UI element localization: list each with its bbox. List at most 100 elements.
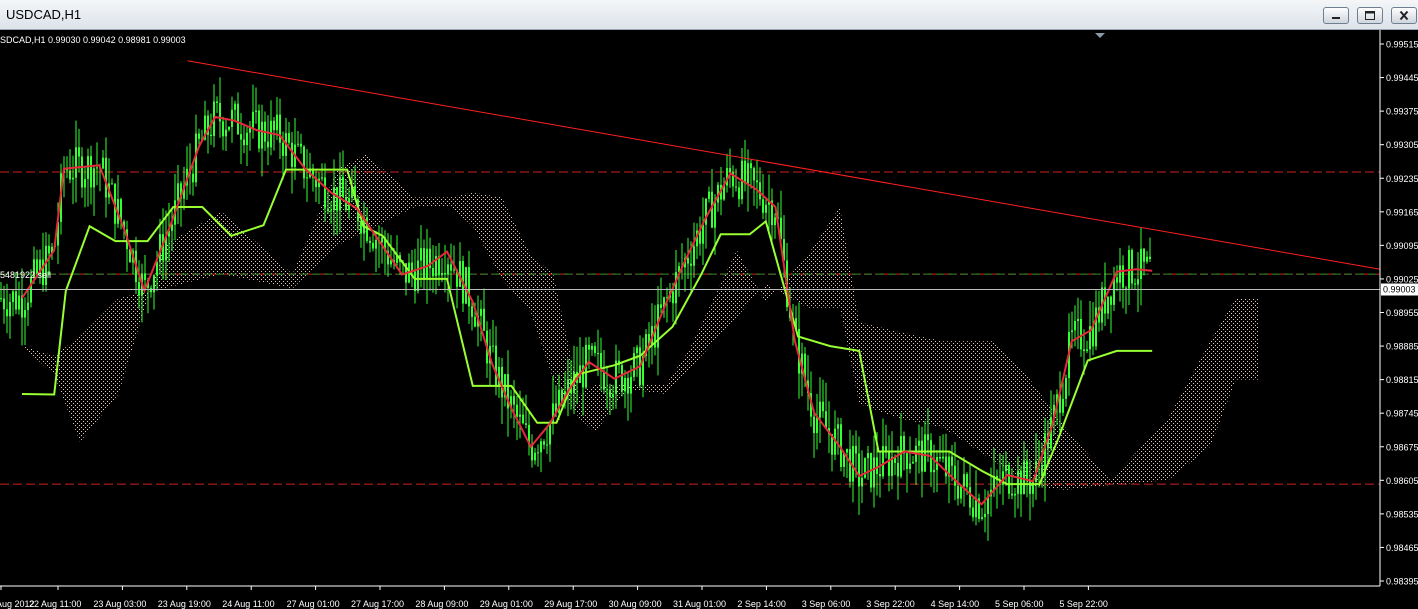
candle-body xyxy=(534,452,536,461)
candle-body xyxy=(222,121,224,137)
candle-body xyxy=(210,134,212,137)
candle-body xyxy=(1107,296,1109,314)
minimize-icon xyxy=(1332,17,1340,19)
candle-body xyxy=(591,345,593,350)
candle-body xyxy=(1062,398,1064,413)
candle-body xyxy=(330,210,332,212)
minimize-button[interactable] xyxy=(1323,7,1349,24)
price-tick-label: 0.98955 xyxy=(1386,308,1418,318)
price-tick-label: 0.98675 xyxy=(1386,442,1418,452)
candle-body xyxy=(981,517,983,519)
price-tick-label: 0.99235 xyxy=(1386,174,1418,184)
candle-body xyxy=(1110,296,1112,305)
candle-body xyxy=(1008,465,1010,494)
candle-body xyxy=(276,114,278,131)
time-tick-label: 5 Sep 06:00 xyxy=(995,599,1044,609)
candle-body xyxy=(492,345,494,347)
candle-body xyxy=(96,167,98,169)
close-icon xyxy=(1399,10,1409,21)
candle-body xyxy=(861,477,863,487)
candle-body xyxy=(1080,318,1082,350)
window-title: USDCAD,H1 xyxy=(6,7,82,22)
candle-body xyxy=(855,445,857,454)
candle-body xyxy=(372,242,374,249)
candle-body xyxy=(27,302,29,311)
time-tick-label: 22 Aug 11:00 xyxy=(29,599,81,609)
time-tick-label: 4 Sep 14:00 xyxy=(931,599,980,609)
candle-body xyxy=(825,411,827,429)
candle-body xyxy=(216,101,218,103)
candle-body xyxy=(1131,250,1133,284)
time-tick-label: 27 Aug 01:00 xyxy=(287,599,340,609)
candle-body xyxy=(300,143,302,147)
time-tick-label: 23 Aug 03:00 xyxy=(93,599,146,609)
close-button[interactable] xyxy=(1391,7,1417,24)
candle-body xyxy=(690,263,692,266)
time-tick-label: 30 Aug 09:00 xyxy=(609,599,662,609)
candle-body xyxy=(708,191,710,199)
candle-body xyxy=(450,264,452,271)
candle-body xyxy=(702,224,704,244)
price-tick-label: 0.99515 xyxy=(1386,40,1418,50)
candle-body xyxy=(624,377,626,392)
price-tick-label: 0.98535 xyxy=(1386,509,1418,519)
candle-body xyxy=(156,261,158,276)
candle-body xyxy=(69,170,71,180)
candle-body xyxy=(630,376,632,394)
candle-body xyxy=(474,316,476,327)
candle-body xyxy=(597,353,599,355)
candle-body xyxy=(813,416,815,434)
candle-body xyxy=(888,451,890,476)
candle-body xyxy=(693,246,695,266)
candle-body xyxy=(1137,279,1139,285)
candle-body xyxy=(774,217,776,226)
candle-body xyxy=(468,267,470,307)
candle-body xyxy=(876,457,878,475)
candle-body xyxy=(321,177,323,179)
candle-body xyxy=(1026,460,1028,481)
price-chart[interactable]: SDCAD,H1 0.99030 0.99042 0.98981 0.99003… xyxy=(0,30,1418,609)
maximize-button[interactable] xyxy=(1357,7,1383,24)
price-tick-label: 0.99025 xyxy=(1386,274,1418,284)
candle-body xyxy=(924,434,926,472)
candle-body xyxy=(588,344,590,350)
candle-body xyxy=(273,120,275,131)
candle-body xyxy=(942,456,944,459)
candle-body xyxy=(255,110,257,112)
candle-body xyxy=(291,142,293,167)
candle-body xyxy=(1083,349,1085,352)
candle-body xyxy=(546,444,548,446)
price-tick-label: 0.99305 xyxy=(1386,140,1418,150)
window-titlebar[interactable]: USDCAD,H1 xyxy=(0,0,1418,30)
candle-body xyxy=(303,146,305,179)
candle-body xyxy=(501,366,503,398)
candle-body xyxy=(522,414,524,424)
candle-body xyxy=(483,308,485,331)
candle-body xyxy=(237,103,239,135)
candle-body xyxy=(960,486,962,499)
candle-body xyxy=(756,180,758,183)
candle-body xyxy=(753,168,755,181)
candle-body xyxy=(513,396,515,405)
candle-body xyxy=(735,186,737,188)
candle-body xyxy=(636,347,638,354)
candle-body xyxy=(1119,265,1121,283)
candle-body xyxy=(897,462,899,477)
candle-body xyxy=(252,111,254,128)
candle-body xyxy=(819,401,821,418)
candle-body xyxy=(18,295,20,310)
candle-body xyxy=(1029,480,1031,494)
candle-body xyxy=(471,306,473,317)
candle-body xyxy=(879,474,881,477)
candle-body xyxy=(138,282,140,296)
candle-body xyxy=(816,417,818,434)
candle-body xyxy=(0,298,2,300)
time-tick-label: 28 Aug 09:00 xyxy=(415,599,468,609)
candle-body xyxy=(327,208,329,212)
price-tick-label: 0.98885 xyxy=(1386,342,1418,352)
candle-body xyxy=(75,147,77,178)
candle-body xyxy=(627,377,629,394)
candle-body xyxy=(267,141,269,148)
candle-body xyxy=(21,295,23,318)
candle-body xyxy=(417,260,419,292)
